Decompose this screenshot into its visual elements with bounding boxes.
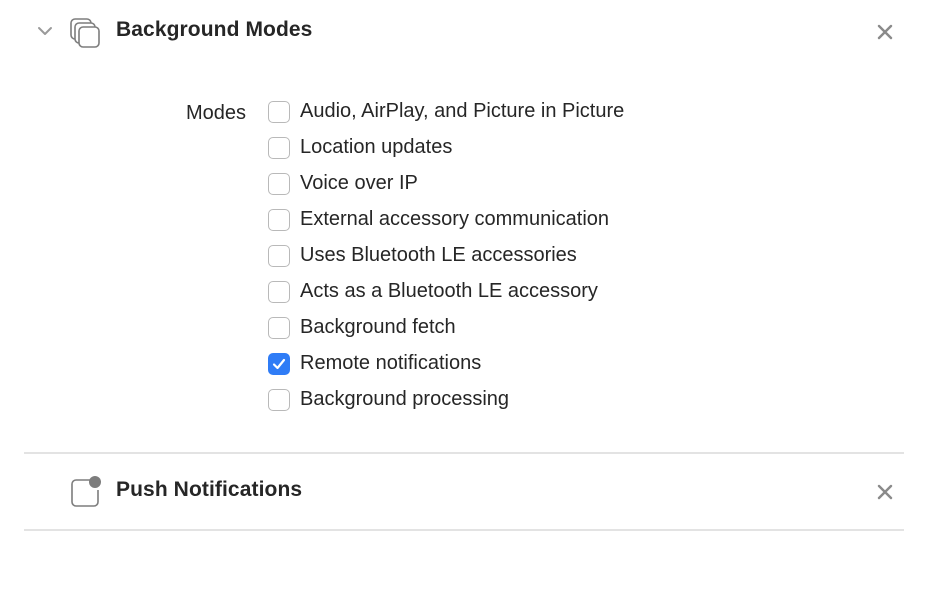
push-notifications-section: Push Notifications (24, 460, 904, 528)
checkbox[interactable] (268, 317, 290, 339)
mode-label: Remote notifications (300, 352, 482, 374)
checkmark-icon (272, 358, 286, 370)
background-modes-header: Background Modes (24, 0, 904, 64)
remove-capability-button[interactable] (874, 21, 896, 43)
checkbox[interactable] (268, 209, 290, 231)
checkbox[interactable] (268, 281, 290, 303)
checkbox[interactable] (268, 137, 290, 159)
section-divider (24, 452, 904, 454)
mode-label: External accessory communication (300, 208, 610, 230)
push-notifications-icon (68, 474, 102, 508)
mode-label: Uses Bluetooth LE accessories (300, 244, 577, 266)
checkbox[interactable] (268, 245, 290, 267)
mode-label: Audio, AirPlay, and Picture in Picture (300, 100, 625, 122)
push-notifications-header: Push Notifications (24, 460, 904, 524)
checkbox[interactable] (268, 389, 290, 411)
section-title: Push Notifications (116, 478, 303, 501)
modes-label: Modes (186, 102, 247, 124)
section-title: Background Modes (116, 18, 313, 41)
checkbox-checked[interactable] (268, 353, 290, 375)
close-icon (877, 24, 893, 40)
close-icon (877, 484, 893, 500)
mode-label: Background fetch (300, 316, 456, 338)
section-divider (24, 529, 904, 531)
remove-capability-button[interactable] (874, 481, 896, 503)
mode-label: Location updates (300, 136, 453, 158)
chevron-down-icon[interactable] (36, 22, 54, 40)
checkbox[interactable] (268, 173, 290, 195)
mode-label: Acts as a Bluetooth LE accessory (300, 280, 598, 302)
background-modes-icon (68, 16, 102, 50)
mode-label: Voice over IP (300, 172, 418, 194)
mode-label: Background processing (300, 388, 510, 410)
checkbox[interactable] (268, 101, 290, 123)
